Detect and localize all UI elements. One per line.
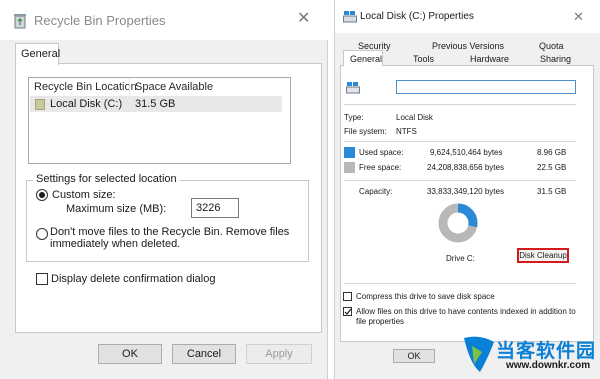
recycle-bin-location-list[interactable]: Recycle Bin Location Space Available Loc…	[28, 77, 291, 164]
drive-icon	[343, 11, 357, 23]
capacity-label: Capacity:	[359, 187, 393, 196]
watermark-url: www.downkr.com	[506, 360, 591, 371]
column-header-location[interactable]: Recycle Bin Location	[34, 81, 137, 93]
drive-name-input[interactable]	[396, 80, 576, 94]
ok-button[interactable]: OK	[98, 344, 162, 364]
free-space-bytes: 24,208,838,656 bytes	[427, 163, 504, 172]
file-system-value: NTFS	[396, 127, 417, 136]
divider	[344, 180, 576, 181]
tab-quota[interactable]: Quota	[539, 41, 564, 54]
close-icon[interactable]: ✕	[297, 11, 310, 27]
compress-checkbox[interactable]	[343, 292, 352, 301]
max-size-label: Maximum size (MB):	[66, 203, 167, 215]
used-space-swatch	[344, 147, 355, 158]
close-icon[interactable]: ✕	[573, 10, 584, 23]
window-title: Local Disk (C:) Properties	[360, 11, 474, 22]
column-divider	[129, 78, 130, 98]
free-space-label: Free space:	[359, 163, 402, 172]
recycle-bin-icon	[14, 14, 26, 29]
file-system-label: File system:	[344, 127, 387, 136]
checkmark-icon	[344, 308, 352, 315]
title-bar: Recycle Bin Properties ✕	[0, 0, 328, 40]
free-space-swatch	[344, 162, 355, 173]
index-label-line2: file properties	[356, 317, 405, 326]
tab-general[interactable]: General	[15, 43, 60, 65]
drive-icon	[35, 99, 45, 110]
divider	[344, 104, 576, 105]
used-space-label: Used space:	[359, 148, 404, 157]
list-item-location: Local Disk (C:)	[50, 98, 123, 110]
cancel-button[interactable]: Cancel	[172, 344, 236, 364]
divider	[344, 141, 576, 142]
drive-label: Drive C:	[446, 254, 475, 263]
watermark-brand: 当客软件园	[496, 340, 597, 362]
used-space-gb: 8.96 GB	[537, 148, 567, 157]
window-title: Recycle Bin Properties	[34, 13, 166, 28]
compress-label: Compress this drive to save disk space	[356, 292, 495, 301]
watermark-logo-icon	[464, 336, 494, 372]
max-size-input[interactable]: 3226	[191, 198, 239, 218]
type-value: Local Disk	[396, 113, 433, 122]
divider	[344, 283, 576, 284]
type-label: Type:	[344, 113, 364, 122]
custom-size-label: Custom size:	[52, 189, 116, 201]
dont-move-label-line1: Don't move files to the Recycle Bin. Rem…	[50, 226, 290, 238]
capacity-bytes: 33,833,349,120 bytes	[427, 187, 504, 196]
apply-button[interactable]: Apply	[246, 344, 312, 364]
free-space-gb: 22.5 GB	[537, 163, 567, 172]
capacity-gb: 31.5 GB	[537, 187, 567, 196]
custom-size-radio[interactable]	[36, 189, 48, 201]
used-space-bytes: 9,624,510,464 bytes	[430, 148, 503, 157]
disk-usage-donut	[438, 203, 478, 243]
disk-cleanup-button[interactable]: Disk Cleanup	[517, 248, 569, 263]
column-header-space[interactable]: Space Available	[135, 81, 213, 93]
confirm-label: Display delete confirmation dialog	[51, 273, 216, 285]
index-label-line1: Allow files on this drive to have conten…	[356, 307, 576, 316]
title-bar: Local Disk (C:) Properties ✕	[335, 0, 600, 33]
tab-previous-versions[interactable]: Previous Versions	[432, 41, 504, 54]
confirm-checkbox[interactable]	[36, 273, 48, 285]
index-checkbox[interactable]	[343, 307, 352, 316]
dont-move-label-line2: immediately when deleted.	[50, 238, 181, 250]
ok-button[interactable]: OK	[393, 349, 435, 363]
settings-legend: Settings for selected location	[33, 173, 180, 185]
list-item-space: 31.5 GB	[135, 98, 176, 110]
drive-icon	[346, 82, 360, 94]
tab-general[interactable]: General	[343, 50, 383, 66]
dont-move-radio[interactable]	[36, 228, 48, 240]
